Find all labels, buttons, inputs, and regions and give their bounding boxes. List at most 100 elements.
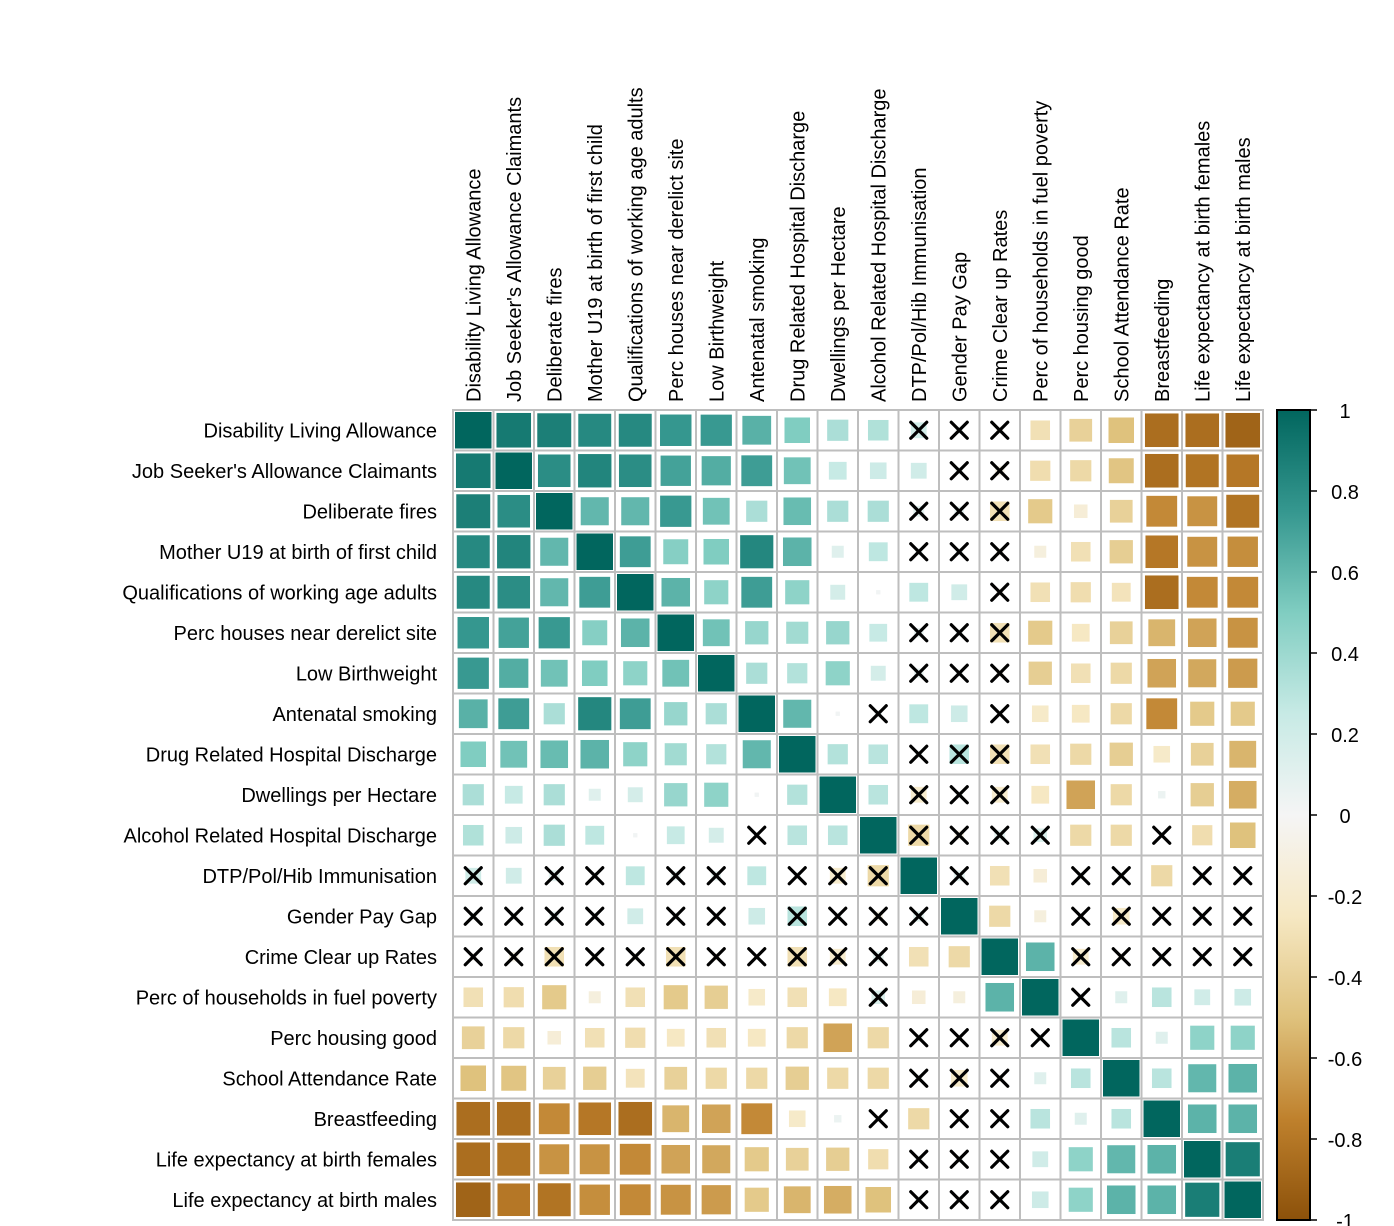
corr-cell — [1181, 409, 1224, 452]
corr-square — [910, 989, 927, 1006]
corr-square — [866, 499, 890, 523]
corr-cell — [735, 449, 778, 492]
row-label: Qualifications of working age adults — [122, 582, 437, 604]
legend-tick-label: -0.4 — [1328, 968, 1362, 990]
corr-square — [663, 701, 689, 727]
corr-cell — [735, 611, 778, 654]
corr-cell — [735, 854, 778, 897]
corr-cell — [1100, 1178, 1143, 1221]
corr-square — [1033, 1071, 1048, 1086]
corr-cell — [1059, 1138, 1102, 1181]
corr-cell — [938, 895, 981, 938]
corr-cell — [938, 409, 981, 452]
corr-square — [867, 1148, 890, 1171]
corr-square — [659, 1183, 692, 1216]
corr-square — [1189, 700, 1216, 727]
corr-square — [1227, 779, 1258, 810]
corr-cell — [533, 773, 576, 816]
corr-square — [1184, 412, 1221, 449]
column-label: Perc houses near derelict site — [666, 139, 688, 402]
corr-cell — [614, 409, 657, 452]
corr-square — [577, 412, 613, 448]
corr-cell — [735, 773, 778, 816]
corr-square — [454, 1181, 492, 1219]
corr-cell — [533, 611, 576, 654]
corr-square — [663, 1065, 689, 1091]
corr-cell — [695, 773, 738, 816]
column-label: Antenatal smoking — [747, 237, 769, 402]
corr-cell — [938, 976, 981, 1019]
corr-cell — [1019, 1178, 1062, 1221]
corr-cell — [1059, 773, 1102, 816]
corr-cell — [654, 976, 697, 1019]
corr-cell — [1019, 490, 1062, 533]
corr-cell — [1019, 449, 1062, 492]
column-label: Perc housing good — [1071, 235, 1093, 402]
corr-cell — [776, 1016, 819, 1059]
corr-cell — [776, 530, 819, 573]
corr-square — [1186, 1103, 1218, 1135]
corr-cell — [1059, 652, 1102, 695]
corr-cell — [573, 490, 616, 533]
corr-square — [826, 418, 850, 442]
corr-square — [1033, 909, 1048, 924]
row-label: Breastfeeding — [314, 1109, 437, 1131]
corr-cell — [573, 976, 616, 1019]
row-label: Gender Pay Gap — [287, 906, 437, 928]
corr-square — [1069, 1067, 1092, 1090]
corr-cell — [1100, 935, 1143, 978]
corr-cell — [1221, 935, 1264, 978]
corr-square — [705, 743, 728, 766]
correlation-cells — [452, 409, 1264, 1221]
corr-square — [741, 739, 772, 770]
corr-square — [461, 783, 485, 807]
corr-cell — [938, 1138, 981, 1181]
row-label: Disability Living Allowance — [204, 420, 437, 442]
corr-cell — [614, 976, 657, 1019]
corr-cell — [614, 692, 657, 735]
corr-cell — [1221, 530, 1264, 573]
corr-cell — [776, 854, 819, 897]
corr-cell — [816, 733, 859, 776]
corr-cell — [1100, 490, 1143, 533]
corr-square — [827, 987, 848, 1008]
corr-square — [1110, 1107, 1133, 1130]
corr-square — [867, 743, 890, 766]
corr-cell — [492, 692, 535, 735]
corr-square — [616, 573, 655, 612]
corr-cell — [614, 1178, 657, 1221]
corr-cell — [938, 571, 981, 614]
corr-cell — [695, 1016, 738, 1059]
corr-square — [620, 496, 651, 527]
corr-cell — [1059, 895, 1102, 938]
corr-cell — [857, 1097, 900, 1140]
corr-square — [745, 499, 769, 523]
corr-cell — [816, 1138, 859, 1181]
corr-cell — [816, 854, 859, 897]
legend-tick-label: 0.2 — [1331, 725, 1359, 747]
corr-cell — [654, 611, 697, 654]
corr-cell — [776, 976, 819, 1019]
corr-square — [579, 738, 611, 770]
legend-tick-label: 0.4 — [1331, 644, 1359, 666]
corr-square — [624, 1067, 646, 1089]
corr-square — [496, 534, 532, 570]
corr-cell — [1019, 814, 1062, 857]
corr-cell — [978, 814, 1021, 857]
corr-cell — [654, 854, 697, 897]
corr-cell — [1140, 530, 1183, 573]
corr-cell — [1140, 652, 1183, 695]
corr-cell — [1100, 1057, 1143, 1100]
corr-square — [1102, 1059, 1141, 1098]
corr-square — [455, 1100, 492, 1137]
corr-cell — [938, 854, 981, 897]
corr-cell — [938, 814, 981, 857]
corr-cell — [1019, 692, 1062, 735]
column-label: Low Birthweight — [706, 260, 728, 402]
corr-cell — [573, 1138, 616, 1181]
corr-cell — [614, 814, 657, 857]
corr-cell — [1140, 1138, 1183, 1181]
corr-square — [703, 984, 729, 1010]
corr-square — [1068, 417, 1094, 443]
corr-square — [537, 1102, 571, 1136]
